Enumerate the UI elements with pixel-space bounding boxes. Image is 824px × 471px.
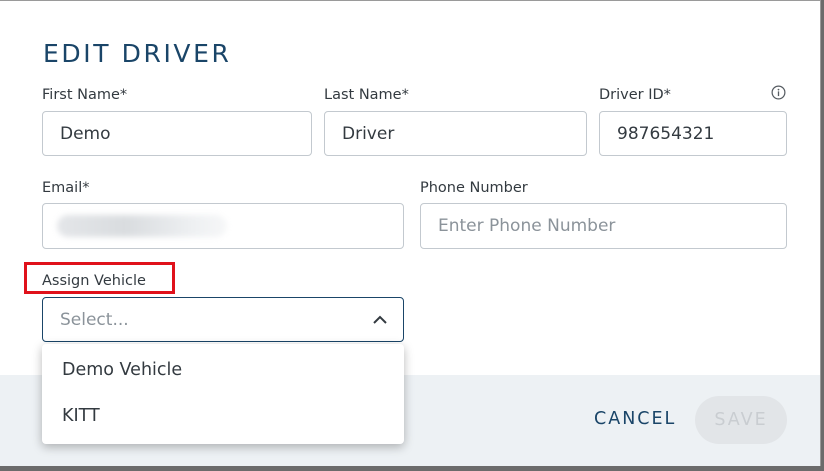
last-name-value: Driver [342, 123, 395, 144]
save-button-label: SAVE [714, 410, 768, 430]
vehicle-option-demo-vehicle[interactable]: Demo Vehicle [62, 360, 182, 380]
vehicle-option-kitt[interactable]: KITT [62, 406, 100, 426]
driver-id-value: 987654321 [617, 123, 715, 144]
driver-id-input[interactable]: 987654321 [599, 111, 787, 156]
last-name-input[interactable]: Driver [324, 111, 587, 156]
chevron-up-icon[interactable] [371, 311, 389, 329]
phone-number-label: Phone Number [420, 180, 528, 196]
email-redacted-value [57, 215, 227, 237]
assign-vehicle-highlight-box [24, 262, 175, 294]
assign-vehicle-placeholder: Select... [60, 309, 129, 330]
last-name-label: Last Name* [324, 87, 409, 103]
info-icon[interactable] [771, 85, 786, 100]
dialog-title: EDIT DRIVER [43, 39, 232, 68]
email-label: Email* [42, 180, 90, 196]
cancel-button[interactable]: CANCEL [594, 409, 676, 429]
first-name-input[interactable]: Demo [42, 111, 312, 156]
save-button[interactable]: SAVE [695, 396, 787, 444]
assign-vehicle-select[interactable]: Select... [42, 297, 404, 342]
assign-vehicle-dropdown: Demo Vehicle KITT [42, 344, 404, 444]
first-name-value: Demo [60, 123, 111, 144]
email-input[interactable] [42, 203, 404, 249]
driver-id-label: Driver ID* [599, 87, 671, 103]
first-name-label: First Name* [42, 87, 128, 103]
phone-number-input[interactable]: Enter Phone Number [420, 203, 787, 249]
phone-number-placeholder: Enter Phone Number [438, 216, 616, 236]
edit-driver-dialog: EDIT DRIVER First Name* Demo Last Name* … [0, 0, 821, 466]
